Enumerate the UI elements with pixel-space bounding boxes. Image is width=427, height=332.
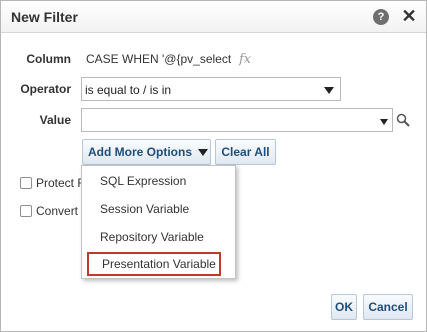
column-value: CASE WHEN '@{pv_select: [86, 52, 232, 66]
convert-checkbox[interactable]: [20, 205, 32, 217]
menu-item-repository-variable[interactable]: Repository Variable: [82, 225, 235, 249]
value-dropdown-icon[interactable]: [380, 119, 388, 125]
dropdown-arrow-icon: [198, 149, 208, 157]
value-label: Value: [39, 113, 71, 127]
dialog-title: New Filter: [11, 9, 78, 25]
new-filter-dialog: New Filter ? ✕ Column CASE WHEN '@{pv_se…: [0, 0, 427, 332]
value-input[interactable]: [81, 108, 393, 132]
protect-filter-checkbox[interactable]: [20, 177, 32, 189]
add-options-menu: SQL Expression Session Variable Reposito…: [81, 165, 236, 279]
search-icon[interactable]: [396, 113, 410, 127]
fx-icon[interactable]: fx: [239, 52, 251, 67]
convert-label: Convert: [36, 204, 79, 218]
cancel-button[interactable]: Cancel: [363, 294, 413, 320]
menu-item-session-variable[interactable]: Session Variable: [82, 197, 235, 221]
ok-button[interactable]: OK: [331, 294, 357, 320]
add-more-options-button[interactable]: Add More Options: [82, 139, 211, 165]
operator-value: is equal to / is in: [85, 83, 172, 97]
menu-item-presentation-variable[interactable]: Presentation Variable: [87, 252, 221, 276]
menu-item-sql-expression[interactable]: SQL Expression: [82, 169, 235, 193]
clear-all-button[interactable]: Clear All: [215, 139, 276, 165]
chevron-down-icon: [324, 87, 334, 94]
dialog-titlebar: New Filter ? ✕: [1, 1, 426, 33]
operator-label: Operator: [20, 82, 71, 96]
help-icon[interactable]: ?: [373, 9, 389, 25]
close-icon[interactable]: ✕: [401, 6, 417, 26]
add-more-options-label: Add More Options: [88, 145, 192, 159]
operator-select[interactable]: is equal to / is in: [81, 77, 341, 101]
protect-filter-label: Protect F: [36, 176, 81, 190]
column-label: Column: [26, 52, 71, 66]
